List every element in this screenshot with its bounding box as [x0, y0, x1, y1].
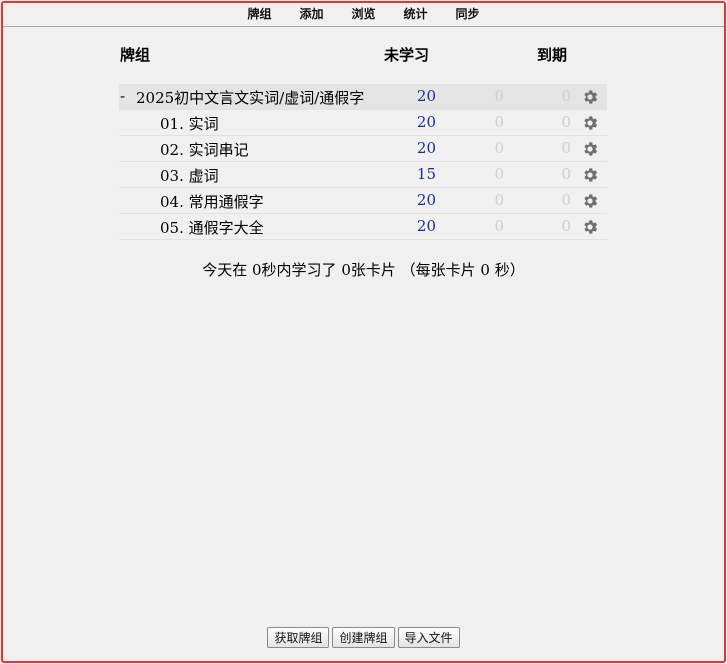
header-due: 到期 [537, 46, 568, 64]
due-count: 0 [561, 87, 571, 105]
new-count: 20 [416, 113, 436, 131]
learn-count: 0 [494, 165, 504, 183]
deck-row: 01. 实词 20 0 0 [119, 110, 607, 136]
gear-icon[interactable] [581, 218, 599, 236]
gear-icon[interactable] [581, 88, 599, 106]
toolbar-add-link[interactable]: 添加 [285, 5, 337, 22]
gear-icon[interactable] [581, 166, 599, 184]
toolbar-browse-link[interactable]: 浏览 [337, 5, 389, 22]
due-count: 0 [561, 113, 571, 131]
deck-row: 05. 通假字大全 20 0 0 [119, 214, 607, 240]
top-toolbar: 牌组 添加 浏览 统计 同步 [3, 3, 724, 27]
deck-name-link[interactable]: 01. 实词 [160, 113, 219, 134]
gear-icon[interactable] [581, 140, 599, 158]
deck-name-link[interactable]: 2025初中文言文实词/虚词/通假字 [136, 87, 364, 108]
get-shared-deck-button[interactable]: 获取牌组 [267, 627, 330, 648]
import-file-button[interactable]: 导入文件 [397, 627, 460, 648]
learn-count: 0 [494, 87, 504, 105]
new-count: 20 [416, 87, 436, 105]
toolbar-sync-link[interactable]: 同步 [442, 5, 494, 22]
toolbar-stats-link[interactable]: 统计 [390, 5, 442, 22]
learn-count: 0 [494, 139, 504, 157]
learn-count: 0 [494, 113, 504, 131]
deck-list: - 2025初中文言文实词/虚词/通假字 20 0 0 01. 实词 20 0 … [119, 84, 607, 240]
deck-name-link[interactable]: 05. 通假字大全 [160, 217, 264, 238]
new-count: 20 [416, 191, 436, 209]
bottom-button-bar: 获取牌组 创建牌组 导入文件 [0, 627, 727, 648]
study-stats: 今天在 0秒内学习了 0张卡片 （每张卡片 0 秒） [202, 261, 525, 279]
deck-name-link[interactable]: 02. 实词串记 [160, 139, 249, 160]
gear-icon[interactable] [581, 192, 599, 210]
header-new: 未学习 [384, 46, 430, 64]
due-count: 0 [561, 139, 571, 157]
new-count: 15 [416, 165, 436, 183]
deck-row: 02. 实词串记 20 0 0 [119, 136, 607, 162]
learn-count: 0 [494, 217, 504, 235]
header-deck: 牌组 [120, 46, 151, 64]
learn-count: 0 [494, 191, 504, 209]
deck-row: - 2025初中文言文实词/虚词/通假字 20 0 0 [119, 84, 607, 110]
due-count: 0 [561, 191, 571, 209]
collapse-toggle[interactable]: - [120, 87, 125, 105]
due-count: 0 [561, 217, 571, 235]
create-deck-button[interactable]: 创建牌组 [332, 627, 395, 648]
gear-icon[interactable] [581, 114, 599, 132]
new-count: 20 [416, 139, 436, 157]
deck-table-header: 牌组 未学习 到期 [0, 44, 727, 64]
deck-name-link[interactable]: 03. 虚词 [160, 165, 219, 186]
new-count: 20 [416, 217, 436, 235]
toolbar-decks-link[interactable]: 牌组 [233, 5, 285, 22]
deck-name-link[interactable]: 04. 常用通假字 [160, 191, 264, 212]
toolbar-links: 牌组 添加 浏览 统计 同步 [3, 5, 724, 22]
deck-row: 03. 虚词 15 0 0 [119, 162, 607, 188]
due-count: 0 [561, 165, 571, 183]
deck-row: 04. 常用通假字 20 0 0 [119, 188, 607, 214]
